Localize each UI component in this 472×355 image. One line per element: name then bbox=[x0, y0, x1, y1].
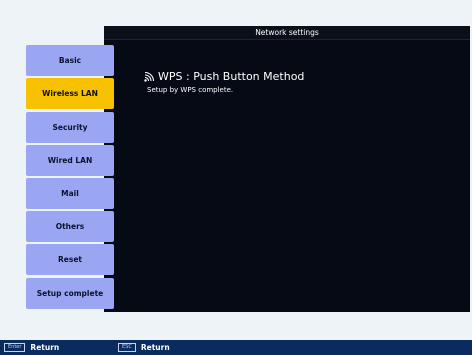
sidebar-item-security[interactable]: Security bbox=[26, 112, 114, 143]
wps-method-title: WPS : Push Button Method bbox=[143, 70, 304, 83]
sidebar-item-others[interactable]: Others bbox=[26, 211, 114, 242]
sidebar-item-mail[interactable]: Mail bbox=[26, 178, 114, 209]
sidebar-item-wireless-lan[interactable]: Wireless LAN bbox=[26, 78, 114, 109]
esc-hint-label: Return bbox=[140, 343, 170, 352]
enter-return-hint: Enter Return bbox=[4, 340, 59, 355]
sidebar-item-wired-lan[interactable]: Wired LAN bbox=[26, 145, 114, 176]
sidebar-item-reset[interactable]: Reset bbox=[26, 244, 114, 275]
enter-hint-label: Return bbox=[30, 343, 60, 352]
esc-return-hint: ESC Return bbox=[118, 340, 170, 355]
sidebar-item-basic[interactable]: Basic bbox=[26, 45, 114, 76]
enter-key-icon: Enter bbox=[4, 343, 26, 352]
page-title: Network settings bbox=[104, 26, 470, 40]
sidebar-item-setup-complete[interactable]: Setup complete bbox=[26, 278, 114, 309]
wps-title-text: WPS : Push Button Method bbox=[158, 70, 305, 83]
status-message: Setup by WPS complete. bbox=[147, 86, 234, 94]
footer-bar: Enter Return ESC Return bbox=[0, 340, 472, 355]
wireless-signal-icon bbox=[144, 71, 155, 82]
esc-key-icon: ESC bbox=[118, 343, 136, 352]
